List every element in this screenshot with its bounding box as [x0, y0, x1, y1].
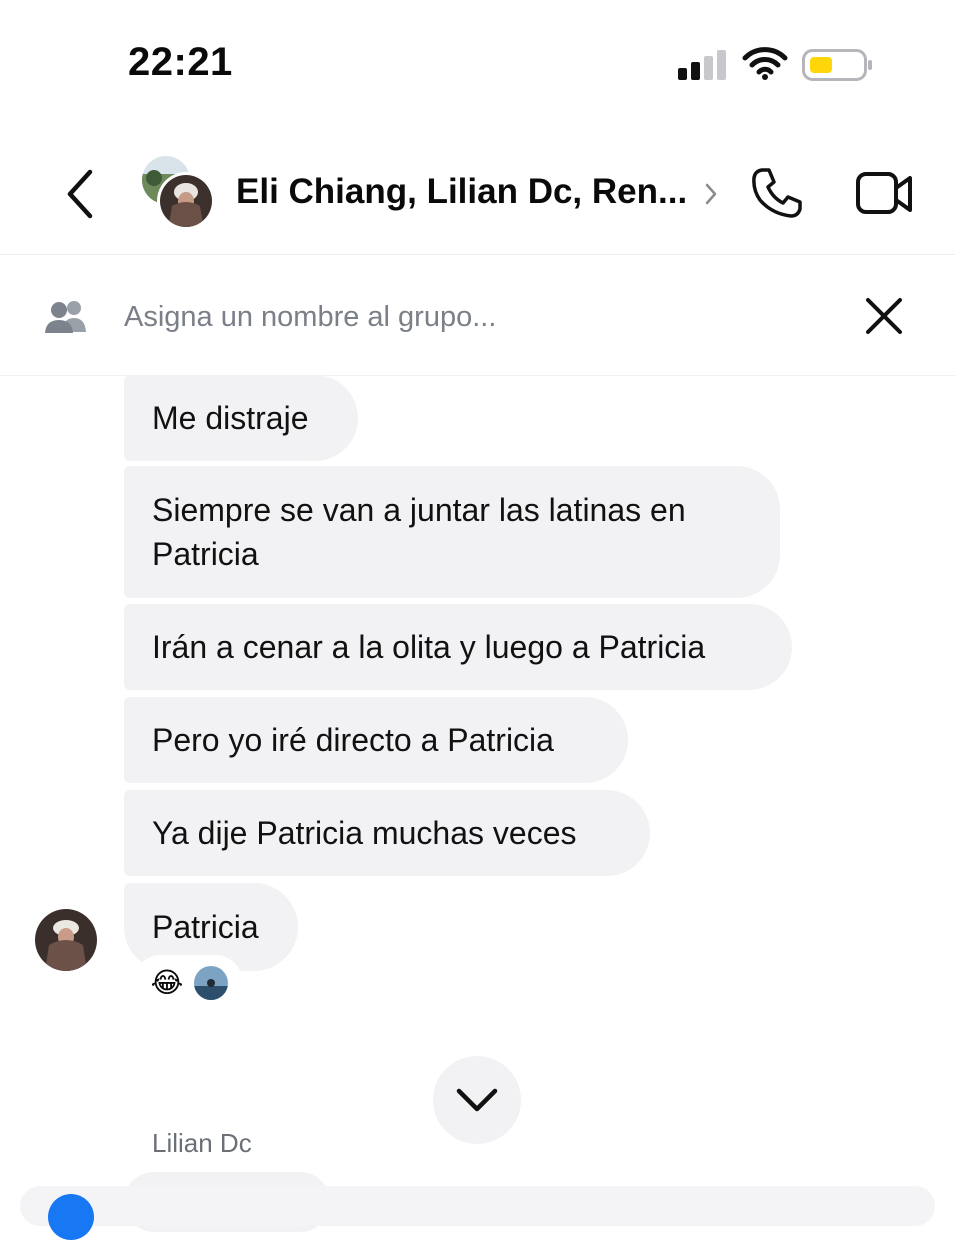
close-icon[interactable] — [862, 294, 906, 338]
chevron-right-icon[interactable] — [702, 180, 720, 208]
laughing-emoji-reaction: 😂 — [150, 967, 184, 998]
wifi-icon — [742, 47, 788, 80]
video-camera-icon[interactable] — [852, 168, 916, 220]
chevron-down-icon — [456, 1088, 498, 1112]
scroll-to-bottom-button[interactable] — [433, 1056, 521, 1144]
message-text: Irán a cenar a la olita y luego a Patric… — [152, 629, 706, 665]
composer-action-button[interactable] — [48, 1194, 94, 1240]
message-text: Pero yo iré directo a Patricia — [152, 722, 554, 758]
message-bubble[interactable]: Ya dije Patricia muchas veces — [124, 790, 650, 876]
sender-avatar[interactable] — [35, 909, 97, 971]
message-bubble[interactable]: Pero yo iré directo a Patricia — [124, 697, 628, 783]
message-bubble[interactable]: Siempre se van a juntar las latinas en P… — [124, 466, 780, 598]
phone-icon[interactable] — [748, 164, 806, 222]
message-bubble[interactable]: Irán a cenar a la olita y luego a Patric… — [124, 604, 792, 690]
message-text: Siempre se van a juntar las latinas en P… — [152, 492, 686, 572]
message-text: Ya dije Patricia muchas veces — [152, 815, 577, 851]
message-text: Me distraje — [152, 400, 309, 436]
message-text: Patricia — [152, 909, 259, 945]
chevron-left-icon[interactable] — [60, 166, 100, 222]
group-name-input[interactable] — [124, 296, 724, 338]
group-avatar[interactable] — [140, 154, 216, 232]
message-composer[interactable] — [20, 1186, 935, 1226]
reactor-avatar — [194, 966, 228, 1000]
people-icon — [45, 301, 86, 333]
battery-icon — [802, 49, 872, 81]
conversation-title[interactable]: Eli Chiang, Lilian Dc, Ren... — [236, 172, 687, 212]
sender-name: Lilian Dc — [152, 1128, 252, 1158]
cellular-signal-icon — [678, 50, 726, 80]
message-bubble[interactable]: Me distraje — [124, 375, 358, 461]
status-time: 22:21 — [128, 40, 233, 84]
